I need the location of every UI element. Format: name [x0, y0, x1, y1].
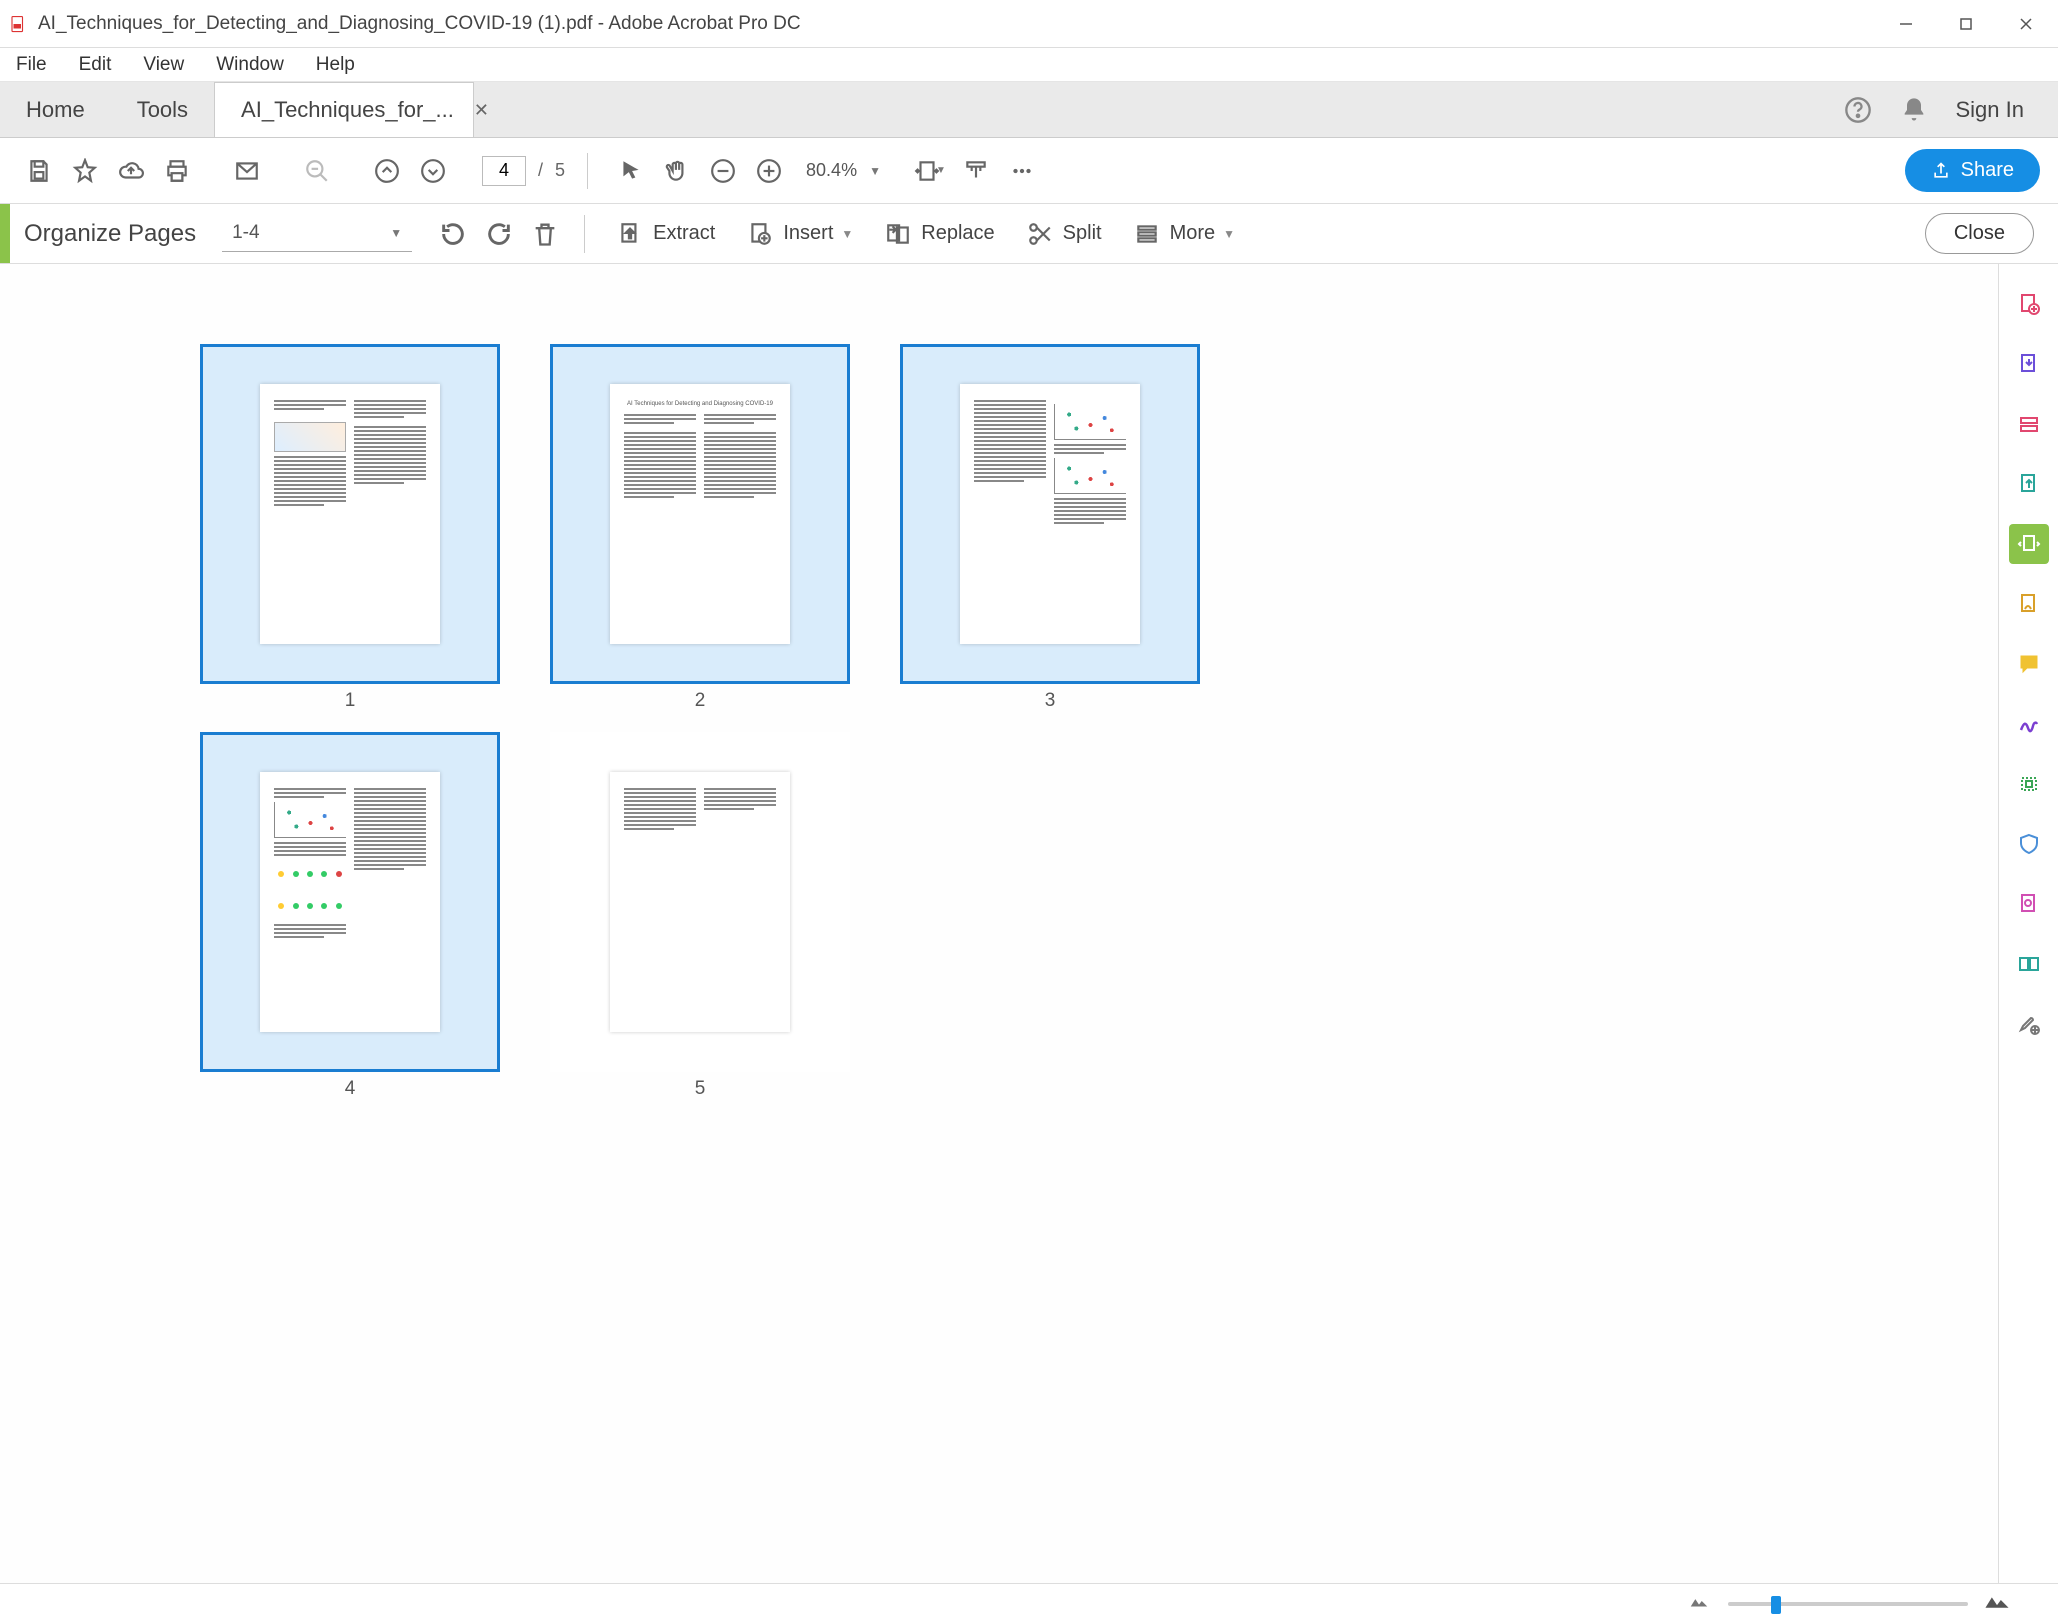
total-pages: 5 — [555, 160, 565, 181]
more-tools-icon[interactable] — [1001, 150, 1043, 192]
small-thumbnail-icon[interactable] — [1688, 1590, 1710, 1617]
edit-pdf-icon[interactable] — [2009, 404, 2049, 444]
zoom-search-icon[interactable] — [296, 150, 338, 192]
rotate-ccw-icon[interactable] — [432, 213, 474, 255]
more-button[interactable]: More▼ — [1118, 213, 1251, 255]
compress-icon[interactable] — [2009, 764, 2049, 804]
extract-button[interactable]: Extract — [601, 213, 731, 255]
zoom-dropdown-icon[interactable]: ▼ — [869, 164, 881, 178]
tab-document[interactable]: AI_Techniques_for_... ✕ — [214, 82, 474, 137]
thumbnails-area[interactable]: 1 AI Techniques for Detecting and Diagno… — [0, 264, 1998, 1583]
comment-icon[interactable] — [2009, 644, 2049, 684]
create-pdf-icon[interactable] — [2009, 284, 2049, 324]
export-pdf-icon[interactable] — [2009, 344, 2049, 384]
accent-bar — [0, 204, 10, 263]
minimize-button[interactable] — [1894, 12, 1918, 36]
tab-home[interactable]: Home — [0, 82, 111, 137]
page-thumbnail-1[interactable] — [200, 344, 500, 684]
zoom-level[interactable]: 80.4% — [806, 160, 857, 181]
tab-document-label: AI_Techniques_for_... — [241, 97, 454, 123]
menubar: File Edit View Window Help — [0, 48, 2058, 82]
insert-button[interactable]: Insert▼ — [731, 213, 869, 255]
right-tool-rail — [1998, 264, 2058, 1583]
organize-title: Organize Pages — [24, 220, 196, 248]
protect-icon[interactable] — [2009, 824, 2049, 864]
page-preview — [260, 772, 440, 1032]
split-button[interactable]: Split — [1011, 213, 1118, 255]
fit-width-icon[interactable]: ▼ — [909, 150, 951, 192]
menu-file[interactable]: File — [6, 50, 63, 80]
thumbnail-zoom-slider[interactable] — [1728, 1602, 1968, 1606]
slider-thumb[interactable] — [1771, 1596, 1781, 1614]
delete-icon[interactable] — [524, 213, 566, 255]
page-separator: / — [538, 160, 543, 181]
save-icon[interactable] — [18, 150, 60, 192]
page-thumbnail-4[interactable] — [200, 732, 500, 1072]
window-title: AI_Techniques_for_Detecting_and_Diagnosi… — [38, 13, 1894, 35]
organize-pages-toolbar: Organize Pages 1-4▼ Extract Insert▼ Repl… — [0, 204, 2058, 264]
document-tabs: Home Tools AI_Techniques_for_... ✕ Sign … — [0, 82, 2058, 138]
thumbnail-zoom-bar — [0, 1583, 2058, 1623]
notifications-icon[interactable] — [1900, 96, 1928, 124]
page-thumbnail-2[interactable]: AI Techniques for Detecting and Diagnosi… — [550, 344, 850, 684]
rotate-cw-icon[interactable] — [478, 213, 520, 255]
current-page-input[interactable] — [482, 156, 526, 186]
zoom-out-icon[interactable] — [702, 150, 744, 192]
page-label: 3 — [1045, 690, 1056, 712]
help-icon[interactable] — [1844, 96, 1872, 124]
more-tools-rail-icon[interactable] — [2009, 1004, 2049, 1044]
page-preview — [260, 384, 440, 644]
window-titlebar: AI_Techniques_for_Detecting_and_Diagnosi… — [0, 0, 2058, 48]
fill-sign-icon[interactable] — [2009, 584, 2049, 624]
close-organize-button[interactable]: Close — [1925, 213, 2034, 254]
print-icon[interactable] — [156, 150, 198, 192]
sign-in-button[interactable]: Sign In — [1956, 97, 2025, 123]
main-toolbar: / 5 80.4% ▼ ▼ Share — [0, 138, 2058, 204]
cloud-upload-icon[interactable] — [110, 150, 152, 192]
pdf-file-icon — [8, 14, 28, 34]
menu-view[interactable]: View — [127, 50, 200, 80]
page-thumbnail-3[interactable] — [900, 344, 1200, 684]
tab-tools[interactable]: Tools — [111, 82, 214, 137]
page-label: 5 — [695, 1078, 706, 1100]
selection-tool-icon[interactable] — [610, 150, 652, 192]
page-down-icon[interactable] — [412, 150, 454, 192]
read-mode-icon[interactable] — [955, 150, 997, 192]
page-thumbnail-5[interactable] — [550, 732, 850, 1072]
page-preview — [960, 384, 1140, 644]
page-label: 4 — [345, 1078, 356, 1100]
replace-button[interactable]: Replace — [869, 213, 1010, 255]
share-button[interactable]: Share — [1905, 149, 2040, 192]
maximize-button[interactable] — [1954, 12, 1978, 36]
zoom-in-icon[interactable] — [748, 150, 790, 192]
page-range-dropdown[interactable]: 1-4▼ — [222, 216, 412, 252]
page-preview — [610, 772, 790, 1032]
menu-help[interactable]: Help — [300, 50, 371, 80]
menu-window[interactable]: Window — [200, 50, 300, 80]
page-label: 2 — [695, 690, 706, 712]
compare-icon[interactable] — [2009, 944, 2049, 984]
email-icon[interactable] — [226, 150, 268, 192]
redact-icon[interactable] — [2009, 884, 2049, 924]
close-window-button[interactable] — [2014, 12, 2038, 36]
page-preview: AI Techniques for Detecting and Diagnosi… — [610, 384, 790, 644]
menu-edit[interactable]: Edit — [63, 50, 128, 80]
page-up-icon[interactable] — [366, 150, 408, 192]
tab-close-icon[interactable]: ✕ — [474, 100, 489, 121]
page-label: 1 — [345, 690, 356, 712]
organize-pages-icon[interactable] — [2009, 524, 2049, 564]
star-icon[interactable] — [64, 150, 106, 192]
hand-tool-icon[interactable] — [656, 150, 698, 192]
large-thumbnail-icon[interactable] — [1982, 1585, 2013, 1623]
signature-icon[interactable] — [2009, 704, 2049, 744]
combine-icon[interactable] — [2009, 464, 2049, 504]
